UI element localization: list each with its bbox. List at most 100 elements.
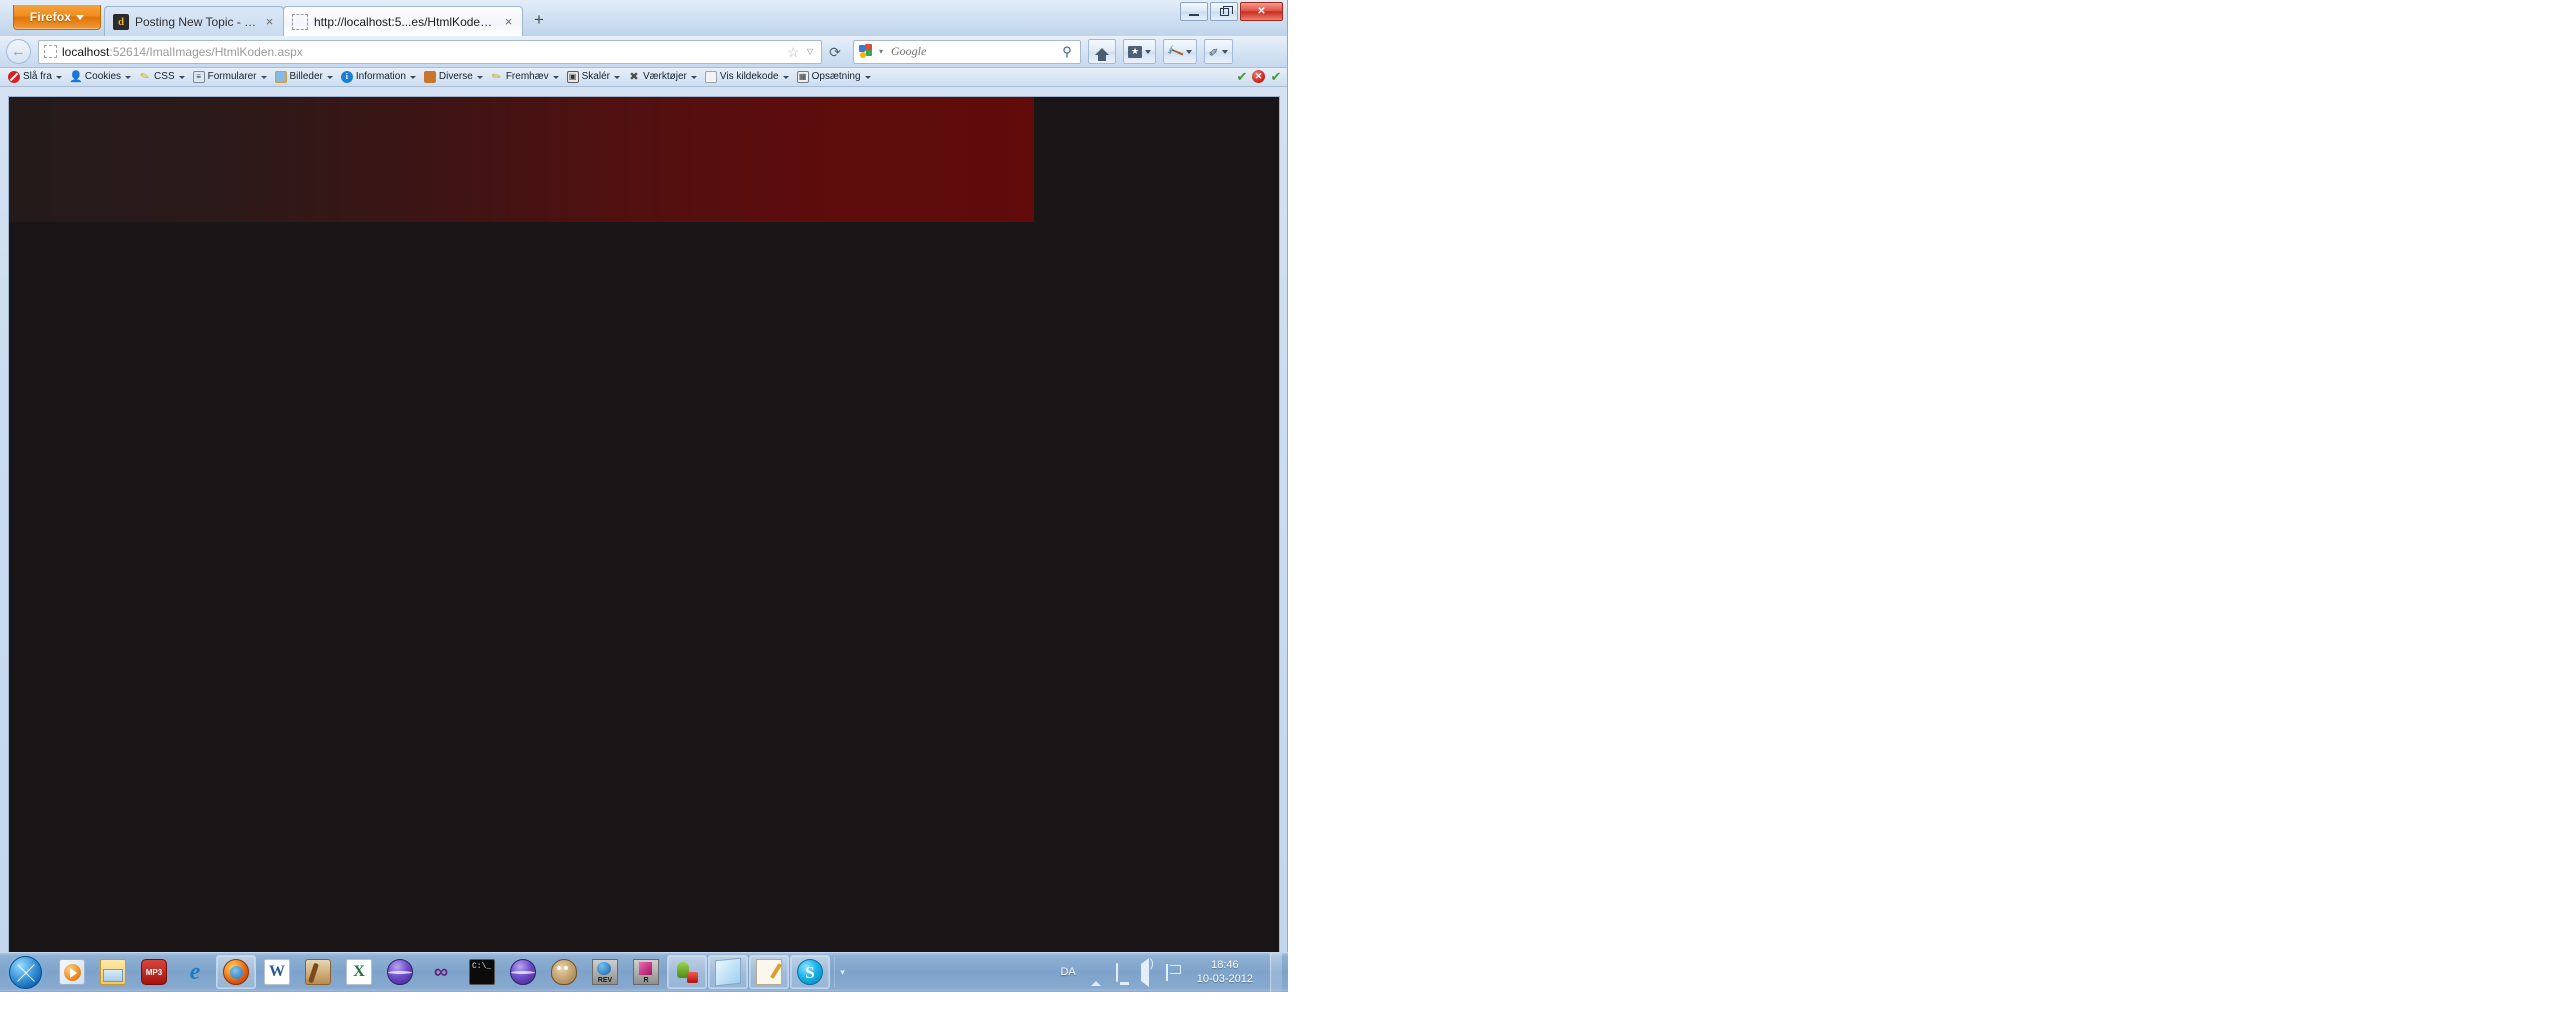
chevron-down-icon[interactable]: ▾: [879, 47, 887, 56]
wd-item-label: Diverse: [438, 71, 473, 82]
taskbar-item-visual-studio[interactable]: ∞: [421, 955, 461, 989]
highlight-pencil-icon: ✎: [489, 69, 504, 85]
misc-icon: [423, 71, 436, 83]
restore-button[interactable]: [1210, 2, 1238, 21]
minimize-button[interactable]: [1180, 2, 1208, 21]
action-center-flag-icon[interactable]: [1165, 964, 1182, 981]
close-button[interactable]: ✕: [1240, 2, 1283, 21]
chevron-down-icon: [260, 75, 267, 79]
wd-item-view-source[interactable]: Vis kildekode: [701, 69, 793, 86]
taskbar-item-windows-media-player[interactable]: [52, 955, 92, 989]
reload-button[interactable]: ⟳: [826, 45, 844, 59]
minimize-icon: [1189, 13, 1199, 16]
wd-item-images[interactable]: Billeder: [271, 69, 337, 86]
taskbar-item-editor-app[interactable]: [749, 955, 789, 989]
green-check-icon[interactable]: ✔: [1269, 70, 1283, 84]
firefox-menu-button[interactable]: Firefox: [13, 5, 101, 30]
show-desktop-button[interactable]: [1270, 952, 1282, 992]
red-error-icon[interactable]: ✕: [1252, 70, 1266, 84]
forms-icon: ≡: [192, 71, 205, 83]
search-icon[interactable]: ⚲: [1059, 44, 1075, 60]
new-tab-button[interactable]: +: [528, 10, 550, 32]
taskbar-item-command-prompt[interactable]: C:\_: [462, 955, 502, 989]
windows-logo-icon: [8, 955, 42, 989]
home-button[interactable]: [1088, 39, 1116, 64]
options-icon: ▦: [796, 71, 809, 83]
taskbar-item-microsoft-word[interactable]: W: [257, 955, 297, 989]
wd-item-misc[interactable]: Diverse: [420, 69, 487, 86]
address-bar[interactable]: localhost:52614/ImalImages/HtmlKoden.asp…: [38, 39, 822, 64]
bookmarks-button[interactable]: ★: [1123, 39, 1156, 64]
site-identity-icon[interactable]: [44, 45, 57, 58]
clock-time: 18:46: [1211, 959, 1239, 971]
tab-htmlkoden[interactable]: http://localhost:5...es/HtmlKoden.aspx ×: [283, 6, 523, 36]
taskbar-item-skype[interactable]: S: [790, 955, 830, 989]
wd-item-disable[interactable]: Slå fra: [4, 69, 66, 86]
eyedropper-button[interactable]: ✏: [1203, 39, 1234, 64]
taskbar-overflow-button[interactable]: ▾: [834, 957, 850, 987]
chevron-down-icon: [125, 75, 132, 79]
search-input[interactable]: Google: [891, 44, 1055, 59]
mp3-icon: MP3: [141, 959, 167, 985]
taskbar-item-messenger[interactable]: [667, 955, 707, 989]
chevron-down-icon: [326, 75, 333, 79]
taskbar-item-sphere-app[interactable]: [380, 955, 420, 989]
tab-strip: Firefox d Posting New Topic - Dream.In.C…: [0, 0, 1287, 36]
chevron-down-icon: [1145, 49, 1151, 54]
page-viewport[interactable]: [8, 96, 1280, 976]
back-button[interactable]: ←: [6, 39, 31, 64]
start-button[interactable]: [2, 954, 48, 990]
taskbar-item-microsoft-excel[interactable]: X: [339, 955, 379, 989]
wd-item-label: Billeder: [289, 71, 323, 82]
dreamincode-favicon-icon: d: [113, 13, 129, 30]
show-hidden-icons-button[interactable]: [1090, 964, 1107, 986]
screwdriver-button[interactable]: 🔨: [1163, 39, 1197, 64]
wd-item-resize[interactable]: ▣ Skalér: [563, 69, 624, 86]
search-bar[interactable]: ▾ Google ⚲: [853, 39, 1081, 64]
error-glyph: ✕: [1252, 70, 1265, 83]
close-icon[interactable]: ×: [263, 15, 276, 28]
taskbar-item-internet-explorer[interactable]: e: [175, 955, 215, 989]
wd-item-forms[interactable]: ≡ Formularer: [189, 69, 271, 86]
volume-icon[interactable]: [1140, 958, 1157, 987]
chevron-down-icon: [1185, 49, 1192, 54]
wd-item-tools[interactable]: ✖ Værktøjer: [624, 69, 701, 86]
taskbar-item-mp3-app[interactable]: MP3: [134, 955, 174, 989]
wd-item-label: Formularer: [207, 71, 257, 82]
bookmark-star-icon[interactable]: ☆: [787, 45, 802, 59]
taskbar-item-notes-app[interactable]: [708, 955, 748, 989]
wd-item-information[interactable]: i Information: [337, 69, 420, 86]
tab-dream-in-code[interactable]: d Posting New Topic - Dream.In.Code ×: [104, 6, 284, 36]
taskbar-item-firefox[interactable]: [216, 955, 256, 989]
taskbar-item-sphere-app-2[interactable]: [503, 955, 543, 989]
taskbar-item-r-app[interactable]: R: [626, 955, 666, 989]
taskbar-item-rev-app[interactable]: REV: [585, 955, 625, 989]
taskbar-item-windows-explorer[interactable]: [93, 955, 133, 989]
green-check-icon[interactable]: ✔: [1235, 70, 1249, 84]
wd-item-cookies[interactable]: 👤 Cookies: [66, 69, 135, 86]
wd-item-label: Vis kildekode: [719, 71, 779, 82]
messenger-icon: [674, 959, 700, 985]
wd-item-highlight[interactable]: ✎ Fremhæv: [487, 69, 563, 86]
system-tray: DA 18:46 10-03-2012: [1054, 952, 1286, 992]
wd-item-label: Fremhæv: [505, 71, 549, 82]
css-pencil-icon: ✎: [138, 69, 152, 84]
clock[interactable]: 18:46 10-03-2012: [1191, 958, 1259, 986]
network-icon[interactable]: [1115, 963, 1132, 982]
wd-item-options[interactable]: ▦ Opsætning: [793, 69, 875, 86]
web-developer-toolbar: Slå fra 👤 Cookies ✎ CSS ≡ Formularer Billed…: [0, 68, 1287, 87]
skype-icon: S: [797, 959, 823, 985]
taskbar-item-paint-app[interactable]: [298, 955, 338, 989]
resize-icon: ▣: [566, 71, 579, 83]
close-icon[interactable]: ×: [502, 15, 515, 28]
chevron-down-icon[interactable]: ▽: [807, 47, 817, 56]
view-source-icon: [704, 71, 717, 83]
eyedropper-icon: ✏: [1205, 42, 1223, 61]
chevron-down-icon: [55, 75, 62, 79]
wd-item-css[interactable]: ✎ CSS: [135, 69, 189, 86]
taskbar-item-gimp[interactable]: [544, 955, 584, 989]
language-indicator[interactable]: DA: [1054, 966, 1081, 978]
r-icon: R: [633, 959, 659, 985]
firefox-menu-label: Firefox: [29, 10, 72, 24]
google-icon[interactable]: [859, 43, 875, 60]
